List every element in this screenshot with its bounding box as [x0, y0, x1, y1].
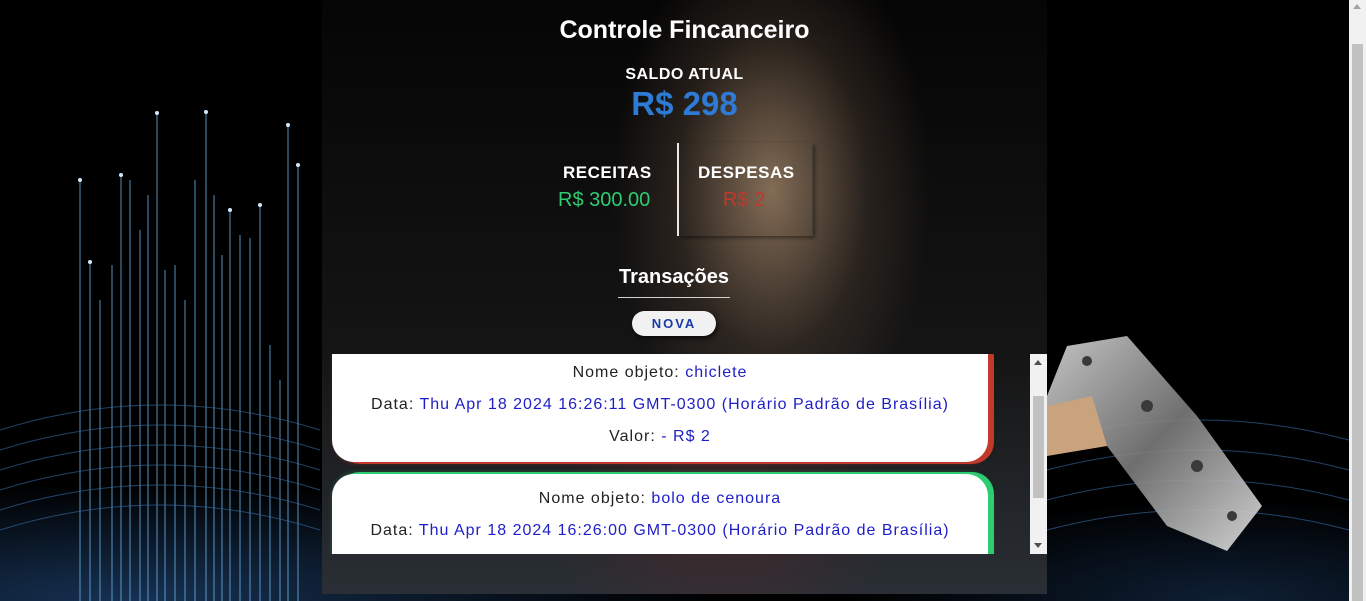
- balance-label: SALDO ATUAL: [625, 66, 744, 83]
- transactions-list[interactable]: Nome objeto: chiclete Data: Thu Apr 18 2…: [322, 354, 1047, 554]
- robotic-arm-image: [1047, 336, 1262, 551]
- transaction-date-label: Data:: [371, 396, 415, 413]
- transaction-name: bolo de cenoura: [651, 490, 782, 507]
- summary-divider: [677, 143, 679, 236]
- income-label: RECEITAS: [563, 163, 652, 182]
- transactions-title: Transações: [618, 266, 730, 298]
- scroll-down-arrow-icon[interactable]: [1034, 543, 1042, 548]
- transaction-value: - R$ 2: [661, 428, 711, 445]
- transaction-date-label: Data:: [370, 522, 414, 539]
- transactions-scrollbar[interactable]: [1030, 354, 1047, 554]
- page-scrollbar[interactable]: [1349, 0, 1366, 601]
- transaction-value-row: Valor: - R$ 2: [332, 421, 988, 453]
- transaction-name-label: Nome objeto:: [538, 490, 646, 507]
- page-scrollbar-thumb[interactable]: [1352, 44, 1363, 601]
- transaction-date-row: Data: Thu Apr 18 2024 16:26:11 GMT-0300 …: [332, 389, 988, 421]
- transaction-card-income: Nome objeto: bolo de cenoura Data: Thu A…: [332, 474, 988, 554]
- transaction-date: Thu Apr 18 2024 16:26:00 GMT-0300 (Horár…: [418, 522, 950, 539]
- transaction-name: chiclete: [685, 364, 748, 381]
- transaction-card-expense: Nome objeto: chiclete Data: Thu Apr 18 2…: [332, 354, 988, 462]
- expense-label: DESPESAS: [698, 163, 795, 182]
- transaction-date: Thu Apr 18 2024 16:26:11 GMT-0300 (Horár…: [419, 396, 949, 413]
- transactions-scrollbar-thumb[interactable]: [1033, 396, 1044, 498]
- balance-value: R$ 298: [631, 85, 738, 122]
- transaction-name-label: Nome objeto:: [572, 364, 680, 381]
- income-expense-summary: RECEITAS R$ 300.00 DESPESAS R$ 2: [552, 143, 813, 236]
- scroll-up-arrow-icon[interactable]: [1353, 4, 1361, 9]
- page-title: Controle Fincanceiro: [559, 16, 810, 44]
- transaction-name-row: Nome objeto: chiclete: [332, 357, 988, 389]
- scroll-up-arrow-icon[interactable]: [1034, 360, 1042, 365]
- new-transaction-button[interactable]: NOVA: [632, 311, 716, 336]
- transaction-date-row: Data: Thu Apr 18 2024 16:26:00 GMT-0300 …: [332, 515, 988, 547]
- transaction-name-row: Nome objeto: bolo de cenoura: [332, 483, 988, 515]
- transaction-value-label: Valor:: [609, 428, 656, 445]
- income-value: R$ 300.00: [558, 189, 651, 211]
- expense-value: R$ 2: [723, 189, 766, 211]
- finance-panel: Controle Fincanceiro SALDO ATUAL R$ 298 …: [322, 0, 1047, 594]
